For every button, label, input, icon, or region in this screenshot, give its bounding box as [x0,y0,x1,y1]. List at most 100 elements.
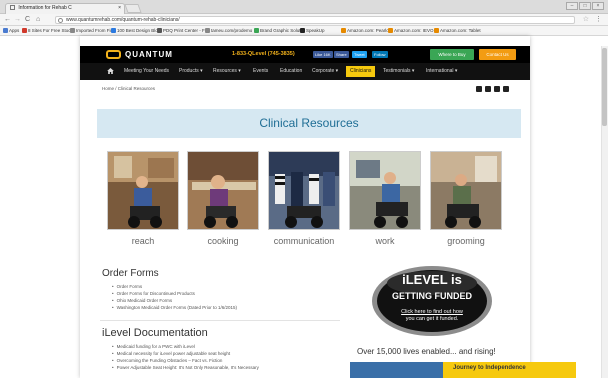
promo-line4: you can get it funded. [405,316,459,322]
bookmark-item[interactable]: 8 Sites For Free Stoc [22,28,71,34]
forward-button[interactable]: → [14,16,21,24]
bookmark-item[interactable]: PDQ Print Center - F [157,28,205,34]
bookmark-label: Imported From Firef [76,28,116,33]
breadcrumb[interactable]: Home / Clinical Resources [102,86,155,91]
list-item[interactable]: Overcoming the Funding Obstacles – Fact … [112,357,259,364]
photo-work[interactable] [349,151,421,230]
promo-link[interactable]: Click here to find out how [370,309,494,315]
photo-reach[interactable] [107,151,179,230]
order-forms-list: Order Forms Order Forms for Discontinued… [112,283,237,311]
bookmark-favicon-icon [341,28,346,33]
facebook-icon[interactable] [476,86,482,92]
youtube-icon[interactable] [503,86,509,92]
bookmark-favicon-icon [157,28,162,33]
caption-reach[interactable]: reach [107,236,179,246]
phone-number[interactable]: 1-833-QLevel (745-3835) [232,51,295,57]
journey-to-independence-banner[interactable]: Journey to Independence [443,362,576,378]
browser-menu-icon[interactable]: ⋮ [595,16,602,24]
tab-strip: Information for Rehab C × – □ × [0,0,608,14]
address-toolbar: ← → C ⌂ www.quantumrehab.com/quantum-reh… [0,14,608,26]
nav-international[interactable]: International ▾ [426,63,457,80]
bookmark-favicon-icon [254,28,259,33]
bookmark-item[interactable]: Apps [3,28,19,34]
home-icon[interactable] [107,68,114,74]
nav-testimonials[interactable]: Testimonials ▾ [383,63,414,80]
ilevel-docs-heading: iLevel Documentation [102,327,208,339]
caption-work[interactable]: work [349,236,421,246]
contact-us-button[interactable]: Contact Us [479,49,516,60]
bookmark-item[interactable]: Amazon.com: Tablet [434,28,481,34]
ilevel-funded-promo[interactable]: iLEVEL is GETTING FUNDED Click here to f… [370,265,494,337]
twitter-icon[interactable] [485,86,491,92]
home-button[interactable]: ⌂ [36,16,40,24]
reload-button[interactable]: C [25,16,30,24]
nav-meeting-your-needs[interactable]: Meeting Your Needs [124,63,169,80]
caption-communication[interactable]: communication [268,236,340,246]
caption-cooking[interactable]: cooking [187,236,259,246]
promo-line2: GETTING FUNDED [392,291,472,301]
close-window-button[interactable]: × [592,2,604,10]
page-title: Clinical Resources [259,116,359,130]
url-text: www.quantumrehab.com/quantum-rehab-clini… [66,17,180,23]
window-controls: – □ × [566,2,604,10]
bookmark-label: PDQ Print Center - F [163,28,205,33]
browser-tab[interactable]: Information for Rehab C × [5,3,125,14]
logo-mark-icon [106,50,121,59]
bookmark-label: Apps [9,28,20,33]
bookmark-item[interactable]: Imported From Firef [70,28,116,34]
scrollbar-thumb[interactable] [602,48,607,126]
ilevel-docs-list: Medicaid funding for a PWC with iLevel M… [112,343,259,371]
nav-events[interactable]: Events [253,63,268,80]
list-item[interactable]: Ohio Medicaid Order Forms [112,297,237,304]
minimize-button[interactable]: – [566,2,578,10]
linkedin-icon[interactable] [494,86,500,92]
bookmark-label: Amazon.com: Pearlc [347,28,389,33]
list-item[interactable]: Order Forms [112,283,237,290]
bookmark-item[interactable]: Amazon.com: Pearlc [341,28,389,34]
quantum-logo[interactable]: QUANTUM [106,49,173,60]
bookmark-item[interactable]: Brand Graphic Soluti [254,28,302,34]
maximize-button[interactable]: □ [579,2,591,10]
back-button[interactable]: ← [4,16,11,24]
list-item[interactable]: Power Adjustable Seat Height: It's Not O… [112,364,259,371]
page-banner: Clinical Resources [97,109,521,138]
photo-cooking[interactable] [187,151,259,230]
bookmark-favicon-icon [205,28,210,33]
nav-products[interactable]: Products ▾ [179,63,203,80]
photo-grooming[interactable] [430,151,502,230]
new-tab-button[interactable] [124,4,142,13]
nav-education[interactable]: Education [280,63,302,80]
twitter-tweet-button[interactable]: Tweet [352,51,367,58]
where-to-buy-button[interactable]: Where to Buy [430,49,474,60]
order-forms-heading: Order Forms [102,268,159,279]
list-item[interactable]: Medical necessity for iLevel power adjus… [112,350,259,357]
page-info-icon[interactable] [58,18,63,23]
list-item[interactable]: Medicaid funding for a PWC with iLevel [112,343,259,350]
main-navigation: Meeting Your Needs Products ▾ Resources … [80,63,530,80]
address-bar[interactable]: www.quantumrehab.com/quantum-rehab-clini… [55,16,575,24]
tab-close-icon[interactable]: × [118,5,121,11]
bookmark-favicon-icon [70,28,75,33]
linkedin-follow-button[interactable]: Follow [372,51,388,58]
bookmark-star-icon[interactable]: ☆ [583,16,589,24]
bookmark-item[interactable]: 100 Best Design Blo [111,28,158,34]
nav-corporate[interactable]: Corporate ▾ [312,63,338,80]
bookmark-item[interactable]: SpeakUp [300,28,325,34]
caption-grooming[interactable]: grooming [430,236,502,246]
bookmark-label: tameu.com/prodemo [211,28,253,33]
tab-title: Information for Rehab C [18,5,72,11]
bookmark-item[interactable]: Amazon.com: IEVO [388,28,434,34]
journey-banner-left[interactable] [350,362,443,378]
nav-clinicians[interactable]: Clinicians [346,66,376,77]
facebook-share-button[interactable]: Share [334,51,349,58]
photo-communication[interactable] [268,151,340,230]
bookmark-item[interactable]: tameu.com/prodemo [205,28,252,34]
list-item[interactable]: Washington Medicaid Order Forms (Dated P… [112,304,237,311]
list-item[interactable]: Order Forms for Discontinued Products [112,290,237,297]
bookmark-favicon-icon [300,28,305,33]
bookmark-label: Amazon.com: Tablet [440,28,481,33]
nav-resources[interactable]: Resources ▾ [213,63,241,80]
favicon-icon [10,5,15,10]
bookmark-favicon-icon [388,28,393,33]
facebook-like-button[interactable]: Like 16K [313,51,333,58]
